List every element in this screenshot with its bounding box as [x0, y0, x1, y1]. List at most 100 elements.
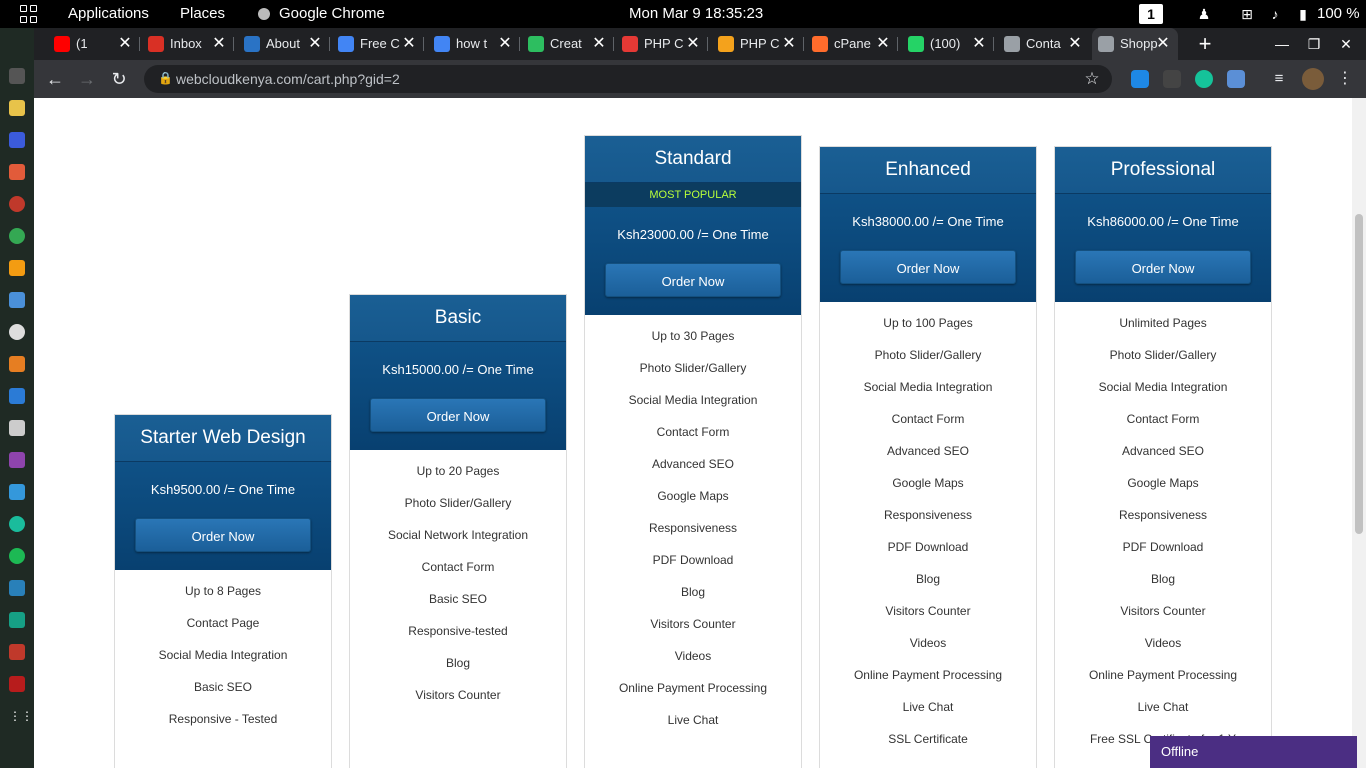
grammarly-icon[interactable]	[1195, 70, 1213, 88]
globe-icon	[1004, 36, 1020, 52]
tab-close-icon[interactable]: ✕	[210, 34, 228, 54]
show-apps-icon[interactable]: ⋮⋮	[9, 708, 33, 724]
order-now-button[interactable]: Order Now	[135, 518, 311, 552]
tab-close-icon[interactable]: ✕	[780, 34, 798, 54]
url-text[interactable]: webcloudkenya.com/cart.php?gid=2	[176, 71, 400, 87]
mail-icon[interactable]	[9, 132, 25, 148]
spotify-icon[interactable]	[9, 548, 25, 564]
extension-send-icon[interactable]	[1131, 70, 1149, 88]
browser-tab[interactable]: (1 ✕	[48, 28, 140, 60]
plan-feature: SSL Certificate	[888, 732, 968, 746]
new-tab-button[interactable]: +	[1192, 31, 1218, 57]
workspace-indicator[interactable]: 1	[1139, 4, 1163, 24]
tab-close-icon[interactable]: ✕	[1154, 34, 1172, 54]
git-icon[interactable]	[9, 164, 25, 180]
chrome-menu-icon[interactable]: ⋮	[1336, 70, 1354, 88]
filezilla-icon[interactable]	[9, 676, 25, 692]
lock-icon[interactable]: 🔒	[158, 71, 173, 85]
places-menu[interactable]: Places	[180, 0, 225, 28]
reload-button[interactable]: ↻	[108, 68, 130, 90]
vlc-icon[interactable]	[9, 260, 25, 276]
tab-separator	[613, 37, 614, 51]
cpanel-icon	[812, 36, 828, 52]
battery-percentage: 100 %	[1317, 5, 1360, 22]
forward-button[interactable]: →	[76, 68, 98, 90]
extension-package-icon[interactable]	[1163, 70, 1181, 88]
order-button-wrap: Order Now	[1055, 250, 1271, 302]
chrome-dock-icon[interactable]	[9, 228, 25, 244]
scrollbar-thumb[interactable]	[1355, 214, 1363, 534]
browser-tab[interactable]: Conta ✕	[998, 28, 1090, 60]
document-icon[interactable]	[9, 484, 25, 500]
tab-close-icon[interactable]: ✕	[970, 34, 988, 54]
minimize-button[interactable]: —	[1272, 34, 1292, 54]
browser-tab[interactable]: Creat ✕	[522, 28, 614, 60]
gitkraken-icon[interactable]	[9, 516, 25, 532]
bookmark-star-icon[interactable]: ☆	[1082, 69, 1102, 89]
most-popular-badge: MOST POPULAR	[585, 183, 801, 207]
active-app-name[interactable]: Google Chrome	[279, 0, 385, 28]
sublime-icon[interactable]	[9, 356, 25, 372]
volume-icon[interactable]: ♪	[1266, 5, 1284, 23]
plan-feature: Online Payment Processing	[618, 681, 768, 695]
tab-close-icon[interactable]: ✕	[1066, 34, 1084, 54]
terminal-icon[interactable]	[9, 68, 25, 84]
files-icon[interactable]	[9, 292, 25, 308]
settings-icon[interactable]	[9, 324, 25, 340]
vscode-icon[interactable]	[9, 388, 25, 404]
applications-menu[interactable]: Applications	[68, 0, 149, 28]
network-icon[interactable]: ⊞	[1238, 5, 1256, 23]
video-editor-icon[interactable]	[9, 452, 25, 468]
order-now-button[interactable]: Order Now	[370, 398, 546, 432]
tab-close-icon[interactable]: ✕	[116, 34, 134, 54]
browser-tab[interactable]: cPane ✕	[806, 28, 898, 60]
maximize-button[interactable]: ❐	[1304, 34, 1324, 54]
order-now-button[interactable]: Order Now	[1075, 250, 1251, 284]
download-icon[interactable]	[9, 644, 25, 660]
battery-icon[interactable]: ▮	[1294, 5, 1312, 23]
order-now-button[interactable]: Order Now	[840, 250, 1016, 284]
browser-tab[interactable]: Free C ✕	[332, 28, 424, 60]
browser-tab[interactable]: PHP C ✕	[712, 28, 804, 60]
tab-close-icon[interactable]: ✕	[400, 34, 418, 54]
text-editor-icon[interactable]	[9, 100, 25, 116]
browser-tab[interactable]: how t ✕	[428, 28, 520, 60]
plan-title: Standard	[585, 136, 801, 183]
chat-status-label[interactable]: Offline	[1161, 744, 1198, 759]
order-button-wrap: Order Now	[820, 250, 1036, 302]
address-bar[interactable]: 🔒 webcloudkenya.com/cart.php?gid=2 ☆	[144, 65, 1112, 93]
plan-price-section: Ksh9500.00 /= One Time Order Now	[115, 462, 331, 570]
cherry-icon[interactable]	[9, 196, 25, 212]
live-chat-widget[interactable]: Offline	[1150, 736, 1357, 768]
close-window-button[interactable]: ✕	[1336, 34, 1356, 54]
browser-tab[interactable]: Shopp ✕	[1092, 28, 1178, 60]
clock[interactable]: Mon Mar 9 18:35:23	[629, 0, 763, 28]
browser-tab[interactable]: PHP C ✕	[616, 28, 708, 60]
extension-cloud-icon[interactable]	[1227, 70, 1245, 88]
virtualbox-icon[interactable]	[9, 580, 25, 596]
media-control-icon[interactable]: ≡	[1270, 70, 1288, 88]
order-now-button[interactable]: Order Now	[605, 263, 781, 297]
tab-close-icon[interactable]: ✕	[590, 34, 608, 54]
tab-close-icon[interactable]: ✕	[496, 34, 514, 54]
plan-feature: PDF Download	[1122, 540, 1204, 554]
tab-close-icon[interactable]: ✕	[874, 34, 892, 54]
profile-avatar[interactable]	[1302, 68, 1324, 90]
back-button[interactable]: ←	[44, 68, 66, 90]
app-grid-icon[interactable]	[20, 5, 38, 23]
plan-feature: Advanced SEO	[651, 457, 735, 471]
page-scrollbar[interactable]	[1352, 98, 1366, 768]
plan-feature: Live Chat	[902, 700, 954, 714]
people-icon[interactable]: ♟	[1195, 5, 1213, 23]
steam-icon[interactable]	[9, 612, 25, 628]
package-icon[interactable]	[9, 420, 25, 436]
plan-title: Basic	[350, 295, 566, 342]
p-icon	[718, 36, 734, 52]
browser-tab[interactable]: Inbox ✕	[142, 28, 234, 60]
browser-tab[interactable]: (100) ✕	[902, 28, 994, 60]
plan-feature: PDF Download	[887, 540, 969, 554]
browser-tab[interactable]: About ✕	[238, 28, 330, 60]
plan-feature: Online Payment Processing	[1088, 668, 1238, 682]
tab-close-icon[interactable]: ✕	[684, 34, 702, 54]
tab-close-icon[interactable]: ✕	[306, 34, 324, 54]
